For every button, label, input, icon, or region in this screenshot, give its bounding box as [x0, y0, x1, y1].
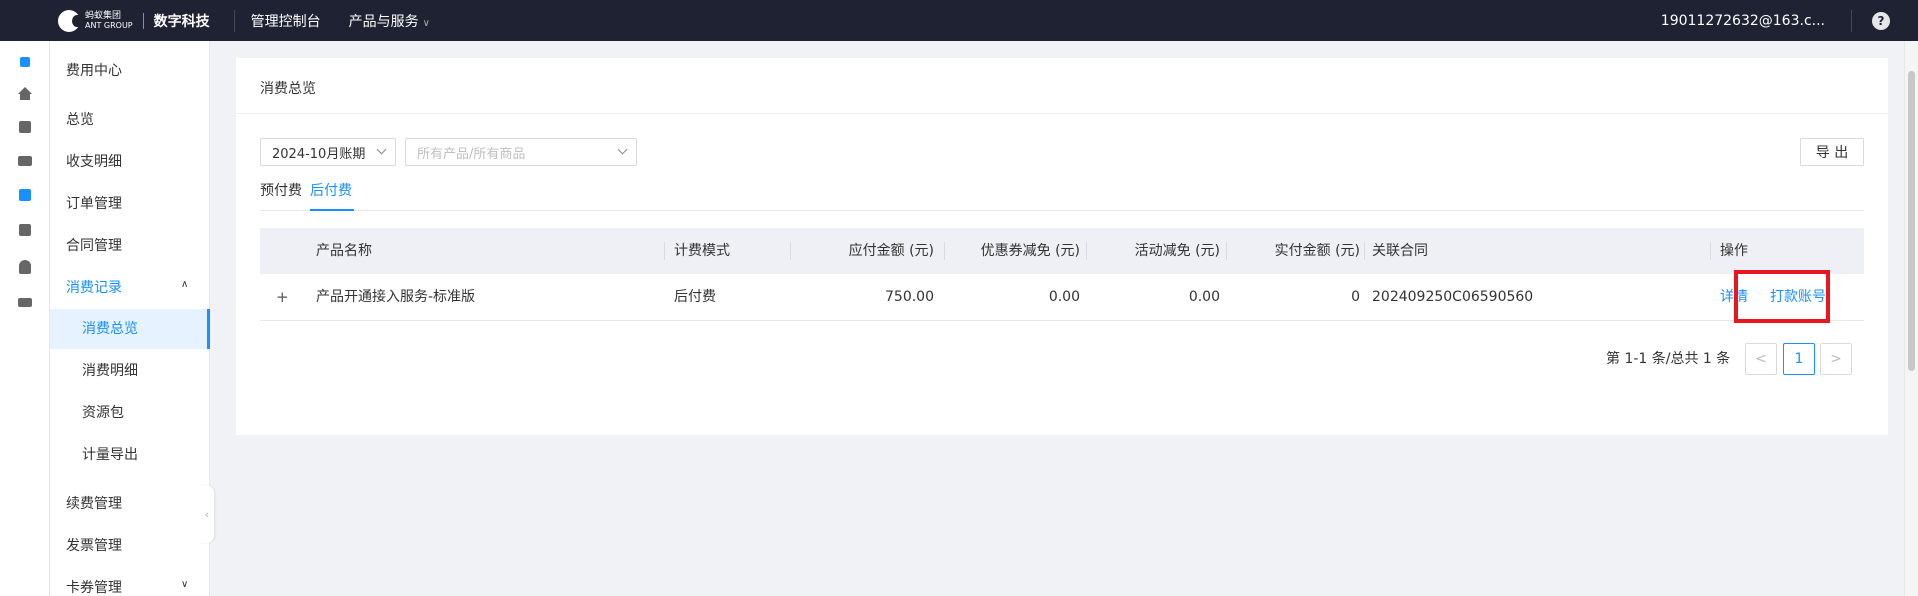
submenu-item-resource-packs[interactable]: 资源包 [50, 393, 210, 433]
expense-center-icon[interactable] [20, 57, 30, 67]
submenu-item-consumption-details[interactable]: 消费明细 [50, 351, 210, 391]
home-icon[interactable] [18, 87, 32, 94]
menu-item-orders[interactable]: 订单管理 [66, 193, 122, 213]
menu-title: 费用中心 [66, 63, 122, 79]
chevron-left-icon: ‹ [204, 507, 210, 521]
cell-product-name: 产品开通接入服务-标准版 [316, 289, 476, 305]
top-right-divider [1851, 9, 1852, 32]
menu-item-contracts[interactable]: 合同管理 [66, 235, 122, 255]
menu-item-coupons[interactable]: 卡券管理 [66, 577, 122, 596]
nav-products-label: 产品与服务 [348, 13, 419, 30]
product-filter-select[interactable]: 所有产品/所有商品 [405, 138, 637, 166]
cell-payable: 750.00 [885, 289, 934, 305]
menu-item-renewals[interactable]: 续费管理 [66, 493, 122, 513]
menu-item-invoices[interactable]: 发票管理 [66, 535, 122, 555]
header-divider [236, 113, 1888, 114]
table-row: + 产品开通接入服务-标准版 后付费 750.00 0.00 0.00 0 20… [260, 274, 1864, 321]
home-icon-base [20, 94, 30, 100]
ant-logo-icon [58, 9, 82, 32]
table-header: 产品名称 计费模式 应付金额 (元) 优惠券减免 (元) 活动减免 (元) 实付… [260, 228, 1864, 274]
prev-page-button[interactable]: < [1745, 343, 1777, 375]
ticket-icon[interactable] [18, 298, 32, 307]
pagination-summary: 第 1-1 条/总共 1 条 [1606, 351, 1731, 367]
col-activity-discount: 活动减免 (元) [1134, 243, 1220, 259]
column-separator [1364, 242, 1365, 260]
tab-postpaid[interactable]: 后付费 [310, 180, 352, 200]
billing-period-value: 2024-10月账期 [272, 146, 366, 162]
page-number-button[interactable]: 1 [1783, 343, 1815, 375]
bell-icon[interactable] [19, 260, 31, 274]
next-page-button[interactable]: > [1820, 343, 1852, 375]
cell-activity-discount: 0.00 [1188, 289, 1220, 305]
col-paid-amount: 实付金额 (元) [1274, 243, 1360, 259]
tab-prepaid[interactable]: 预付费 [260, 180, 302, 200]
product-filter-placeholder: 所有产品/所有商品 [417, 146, 526, 162]
document-icon[interactable] [19, 121, 31, 133]
nav-console[interactable]: 管理控制台 [251, 11, 321, 31]
side-menu: 费用中心 总览 收支明细 订单管理 合同管理 消费记录 ∧ 消费总览 消费明细 … [50, 41, 210, 596]
menu-item-consumption-records[interactable]: 消费记录 [66, 277, 122, 297]
col-payable: 应付金额 (元) [848, 243, 934, 259]
chevron-up-icon[interactable]: ∧ [181, 279, 188, 290]
column-separator [1226, 242, 1227, 260]
export-button[interactable]: 导 出 [1800, 138, 1864, 166]
billing-period-select[interactable]: 2024-10月账期 [260, 138, 396, 166]
chevron-down-icon: ∨ [422, 17, 430, 29]
id-card-icon[interactable] [18, 156, 32, 166]
calendar-icon[interactable] [19, 189, 31, 201]
cell-billing-mode: 后付费 [674, 289, 716, 305]
page-scrollbar[interactable] [1904, 41, 1918, 596]
logo[interactable]: 蚂蚁集团 ANT GROUP 数字科技 [0, 0, 210, 41]
brand-name: 数字科技 [153, 13, 210, 30]
annotation-highlight-box [1734, 270, 1830, 323]
column-separator [944, 242, 945, 260]
help-icon[interactable]: ? [1872, 11, 1890, 30]
logo-cn-text: 蚂蚁集团 [85, 10, 122, 21]
tabs-divider [260, 210, 1864, 211]
col-contract: 关联合同 [1372, 243, 1428, 259]
column-separator [664, 242, 665, 260]
nav-products-services[interactable]: 产品与服务 ∨ [349, 11, 430, 31]
top-divider [233, 9, 235, 32]
user-account[interactable]: 19011272632@163.c... [1661, 13, 1825, 29]
collapse-sidebar-handle[interactable]: ‹ [200, 485, 214, 543]
menu-item-overview[interactable]: 总览 [66, 109, 94, 129]
col-billing-mode: 计费模式 [674, 243, 730, 259]
logo-en-text: ANT GROUP [85, 20, 133, 30]
icon-rail [0, 41, 50, 596]
chevron-down-icon [617, 144, 628, 155]
cell-paid-amount: 0 [1351, 289, 1360, 305]
menu-item-transactions[interactable]: 收支明细 [66, 151, 122, 171]
chevron-down-icon[interactable]: ∨ [181, 579, 188, 590]
col-actions: 操作 [1720, 243, 1748, 259]
cell-coupon-discount: 0.00 [1048, 289, 1080, 305]
column-separator [1710, 242, 1711, 260]
top-bar: 蚂蚁集团 ANT GROUP 数字科技 管理控制台 产品与服务 ∨ 1901127… [0, 0, 1918, 41]
submenu-item-metering-export[interactable]: 计量导出 [50, 435, 210, 475]
page-title: 消费总览 [260, 81, 316, 97]
active-tab-indicator [310, 209, 354, 211]
column-separator [1086, 242, 1087, 260]
submenu-item-consumption-overview[interactable]: 消费总览 [50, 309, 210, 349]
cell-contract: 202409250C06590560 [1372, 289, 1534, 305]
consumption-overview-card: 消费总览 2024-10月账期 所有产品/所有商品 导 出 预付费 后付费 产品… [236, 58, 1888, 435]
chevron-down-icon [376, 144, 387, 155]
col-coupon-discount: 优惠券减免 (元) [980, 243, 1080, 259]
logo-divider [142, 12, 144, 29]
scrollbar-thumb[interactable] [1908, 71, 1915, 371]
checklist-icon[interactable] [19, 224, 31, 236]
col-product-name: 产品名称 [316, 243, 372, 259]
expand-row-icon[interactable]: + [276, 274, 289, 321]
column-separator [790, 242, 791, 260]
